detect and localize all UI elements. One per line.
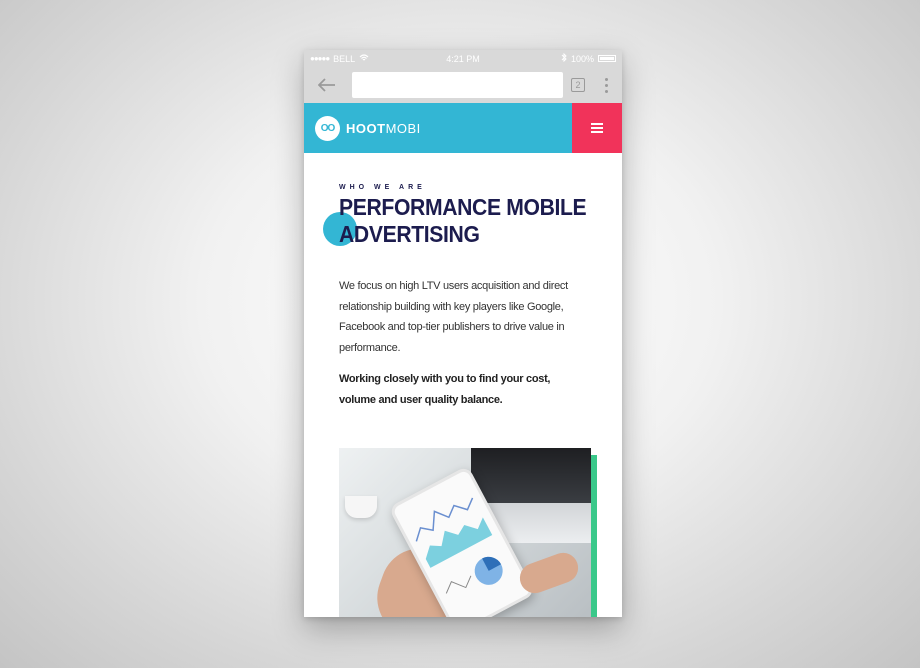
wifi-icon	[359, 53, 369, 64]
more-menu-button[interactable]	[599, 74, 614, 97]
owl-logo-icon: OO	[315, 115, 340, 141]
tabs-button[interactable]: 2	[571, 78, 585, 92]
bluetooth-icon	[561, 52, 567, 64]
accent-bar	[591, 455, 597, 617]
intro-paragraph: We focus on high LTV users acquisition a…	[339, 280, 568, 354]
logo-text: HOOTMOBI	[346, 121, 421, 136]
address-bar-input[interactable]	[352, 72, 563, 98]
arrow-left-icon	[318, 78, 335, 92]
tablet-analytics-photo	[339, 448, 591, 617]
browser-toolbar: 2	[304, 67, 622, 103]
carrier-label: BELL	[333, 53, 356, 64]
signal-icon: ●●●●●	[310, 54, 330, 63]
hero-section: WHO WE ARE PERFORMANCE MOBILE ADVERTISIN…	[304, 184, 622, 410]
emphasis-paragraph: Working closely with you to find your co…	[339, 373, 551, 406]
logo[interactable]: OO HOOTMOBI	[315, 115, 421, 141]
phone-frame: ●●●●● BELL 4:21 PM 100% 2 OO HOOTMOBI WH…	[304, 50, 622, 617]
battery-percent: 100%	[570, 53, 594, 64]
back-button[interactable]	[312, 71, 342, 99]
status-bar: ●●●●● BELL 4:21 PM 100%	[304, 50, 622, 67]
battery-icon	[598, 55, 616, 62]
title-line-2: ADVERTISING	[339, 221, 480, 247]
section-eyebrow: WHO WE ARE	[339, 184, 426, 191]
hamburger-menu-button[interactable]	[572, 103, 622, 153]
logo-text-light: MOBI	[385, 120, 421, 136]
logo-text-bold: HOOT	[346, 120, 386, 136]
title-line-1: PERFORMANCE MOBILE	[339, 194, 587, 220]
site-header: OO HOOTMOBI	[304, 103, 622, 153]
hero-image	[339, 448, 597, 617]
page-title: PERFORMANCE MOBILE ADVERTISING	[339, 194, 587, 248]
